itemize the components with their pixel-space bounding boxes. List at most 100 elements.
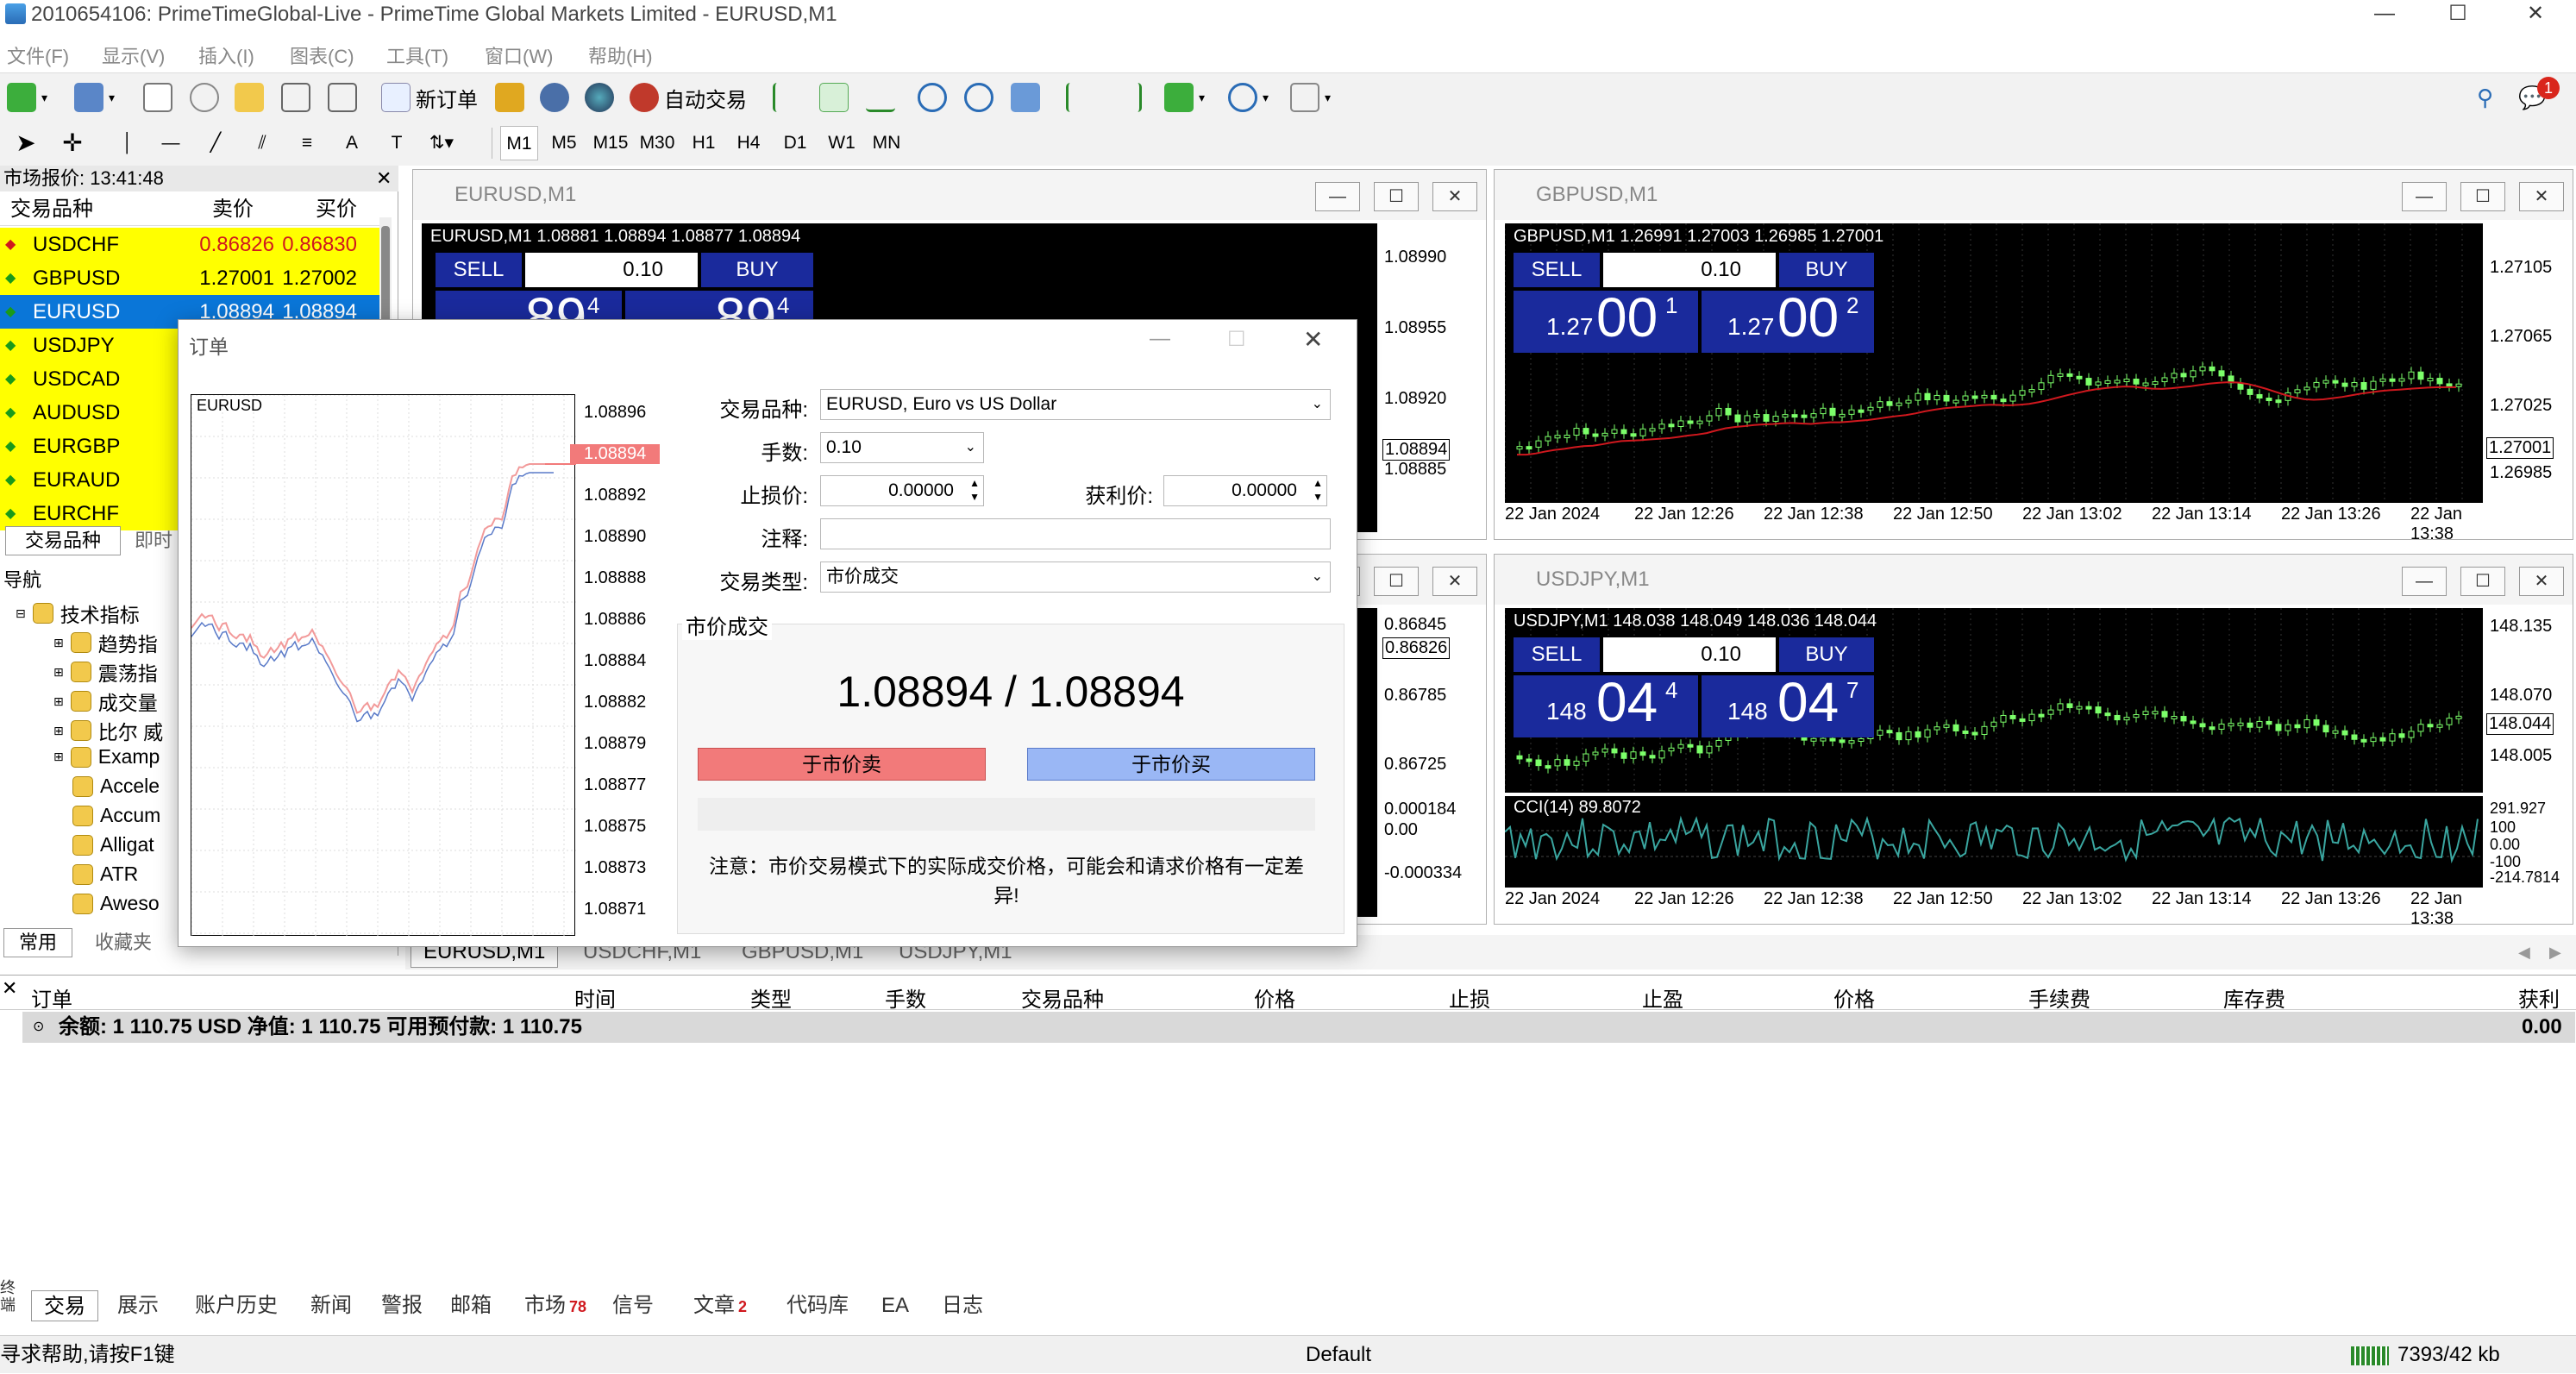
close-chart-button[interactable]: ✕ — [2519, 567, 2564, 596]
fibonacci-tool[interactable]: ≡ — [288, 126, 326, 160]
lot-input[interactable]: 0.10 — [1603, 253, 1776, 287]
close-window-button[interactable]: ✕ — [2497, 0, 2574, 29]
spinner-icon[interactable]: ▲ ▼ — [1313, 476, 1323, 504]
tab-common[interactable]: 常用 — [3, 928, 72, 957]
zoom-out-button[interactable] — [964, 78, 993, 116]
nav-item[interactable]: ⊞ Examp — [53, 745, 160, 769]
chart-window-usdjpy[interactable]: USDJPY,M1 — ☐ ✕ USDJPY,M1 148.038 148.049 … — [1494, 554, 2573, 928]
status-profile[interactable]: Default — [1306, 1336, 1371, 1374]
col-volume[interactable]: 手数 — [885, 982, 926, 1013]
one-click-buy[interactable]: BUY — [701, 253, 813, 287]
notifications-button[interactable]: 💬 1 — [2518, 77, 2560, 116]
crosshair-tool[interactable]: ✛ — [53, 126, 91, 160]
close-chart-button[interactable]: ✕ — [1432, 182, 1477, 211]
timeframe-w1[interactable]: W1 — [823, 126, 861, 160]
text-tool[interactable]: A — [333, 126, 371, 160]
minimize-chart-button[interactable]: — — [2402, 182, 2447, 211]
menu-window[interactable]: 窗口(W) — [485, 41, 553, 69]
expand-icon[interactable]: ⊞ — [53, 636, 64, 650]
col-type[interactable]: 类型 — [750, 982, 792, 1013]
chart-window-gbpusd[interactable]: GBPUSD,M1 — ☐ ✕ GBPUSD,M1 1.26991 1.27003 … — [1494, 169, 2573, 543]
one-click-sell[interactable]: SELL — [1514, 253, 1600, 287]
terminal-tab[interactable]: 市场 78 — [512, 1290, 599, 1321]
sell-by-market-button[interactable]: 于市价卖 — [698, 748, 986, 781]
market-watch-toggle[interactable] — [143, 78, 172, 116]
profiles-button[interactable]: ▾ — [74, 78, 115, 116]
market-watch-row[interactable]: ◆ USDCHF 0.86826 0.86830 — [0, 228, 379, 261]
bar-chart-button[interactable] — [773, 78, 802, 116]
volume-select[interactable]: 0.10 ⌄ — [820, 432, 984, 463]
gold-button[interactable] — [495, 78, 524, 116]
expand-icon[interactable]: ⊞ — [53, 724, 64, 738]
menu-tools[interactable]: 工具(T) — [386, 41, 448, 69]
menu-view[interactable]: 显示(V) — [102, 41, 165, 69]
buy-price-panel[interactable]: 1.27 00 2 — [1702, 286, 1874, 353]
tester-toggle[interactable] — [328, 78, 357, 116]
minimize-chart-button[interactable]: — — [2402, 567, 2447, 596]
timeframe-d1[interactable]: D1 — [776, 126, 814, 160]
sell-price-panel[interactable]: 1.27 00 1 — [1514, 286, 1698, 353]
timeframe-mn[interactable]: MN — [868, 126, 906, 160]
vertical-line-tool[interactable]: │ — [109, 126, 147, 160]
line-chart-button[interactable] — [866, 78, 895, 116]
col-profit[interactable]: 获利 — [2518, 982, 2560, 1013]
expand-icon[interactable]: ⊞ — [53, 665, 64, 680]
cci-subwindow[interactable]: CCI(14) 89.8072 — [1505, 796, 2483, 888]
terminal-toggle[interactable] — [281, 78, 310, 116]
order-type-select[interactable]: 市价成交 ⌄ — [820, 562, 1331, 593]
nav-item[interactable]: ⊞ 比尔 威 — [53, 716, 163, 745]
nav-item[interactable]: Alligat — [72, 833, 154, 856]
buy-price-panel[interactable]: 148 04 7 — [1702, 671, 1874, 737]
col-symbol[interactable]: 交易品种 — [10, 193, 93, 226]
tab-scroll-left-icon[interactable]: ◀ — [2518, 935, 2530, 969]
shapes-tool[interactable]: ⇅▾ — [423, 126, 461, 160]
lot-input[interactable]: 0.10 — [1603, 637, 1776, 672]
close-chart-button[interactable]: ✕ — [1432, 567, 1477, 596]
tab-scroll-right-icon[interactable]: ▶ — [2549, 935, 2561, 969]
take-profit-input[interactable]: 0.00000 ▲ ▼ — [1163, 475, 1327, 506]
nav-item[interactable]: ⊞ 成交量 — [53, 687, 158, 716]
auto-scroll-button[interactable] — [1066, 78, 1095, 116]
one-click-sell[interactable]: SELL — [1514, 637, 1600, 672]
terminal-tab[interactable]: 交易 — [31, 1290, 98, 1321]
label-tool[interactable]: T — [378, 126, 416, 160]
col-swap[interactable]: 库存费 — [2223, 982, 2285, 1013]
tile-windows-button[interactable] — [1011, 78, 1040, 116]
col-order[interactable]: 订单 — [31, 982, 72, 1013]
new-order-button[interactable]: 新订单 — [381, 78, 478, 116]
col-tp[interactable]: 止盈 — [1642, 982, 1683, 1013]
sell-price-panel[interactable]: 148 04 4 — [1514, 671, 1698, 737]
signals-button[interactable] — [540, 78, 569, 116]
spinner-icon[interactable]: ▲ ▼ — [969, 476, 980, 504]
timeframe-m1[interactable]: M1 — [500, 126, 538, 160]
dialog-maximize-button[interactable]: ☐ — [1227, 327, 1246, 352]
terminal-tab[interactable]: 信号 — [600, 1290, 666, 1321]
dialog-close-button[interactable]: ✕ — [1303, 325, 1323, 354]
comment-input[interactable] — [820, 518, 1331, 549]
search-button[interactable]: ⚲ — [2477, 78, 2493, 116]
zoom-in-button[interactable] — [918, 78, 947, 116]
symbol-select[interactable]: EURUSD, Euro vs US Dollar ⌄ — [820, 389, 1331, 420]
menu-insert[interactable]: 插入(I) — [198, 41, 254, 69]
lot-input[interactable]: 0.10 — [525, 253, 698, 287]
templates-button[interactable]: ▾ — [1290, 78, 1331, 116]
col-price2[interactable]: 价格 — [1833, 982, 1875, 1013]
col-commission[interactable]: 手续费 — [2028, 982, 2090, 1013]
trendline-tool[interactable]: ╱ — [197, 126, 235, 160]
market-watch-row[interactable]: ◆ GBPUSD 1.27001 1.27002 — [0, 261, 379, 295]
chart-plot[interactable]: GBPUSD,M1 1.26991 1.27003 1.26985 1.2700… — [1505, 223, 2483, 503]
one-click-buy[interactable]: BUY — [1779, 253, 1874, 287]
status-traffic[interactable]: 7393/42 kb — [2397, 1336, 2500, 1374]
tab-favorites[interactable]: 收藏夹 — [95, 928, 152, 957]
one-click-sell[interactable]: SELL — [436, 253, 522, 287]
expand-icon[interactable]: ⊞ — [53, 694, 64, 709]
minimize-chart-button[interactable]: — — [1315, 182, 1360, 211]
chart-plot[interactable]: USDJPY,M1 148.038 148.049 148.036 148.04… — [1505, 608, 2483, 793]
col-ask[interactable]: 买价 — [316, 193, 357, 226]
nav-item[interactable]: ⊞ 震荡指 — [53, 657, 158, 687]
chart-shift-button[interactable] — [1113, 78, 1142, 116]
maximize-chart-button[interactable]: ☐ — [2460, 567, 2505, 596]
col-time[interactable]: 时间 — [574, 982, 616, 1013]
stop-loss-input[interactable]: 0.00000 ▲ ▼ — [820, 475, 984, 506]
timeframe-h1[interactable]: H1 — [685, 126, 723, 160]
